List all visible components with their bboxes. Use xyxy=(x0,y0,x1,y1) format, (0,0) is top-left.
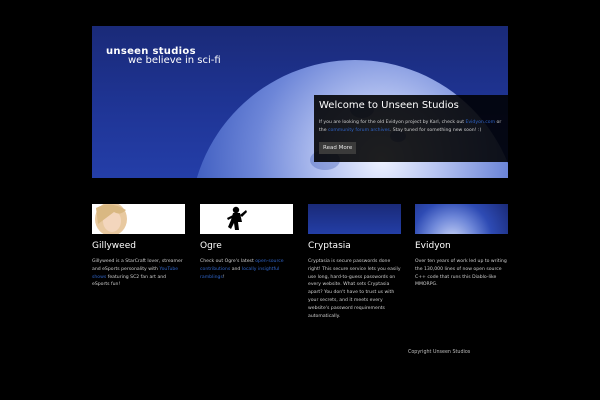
gillyweed-thumbnail[interactable] xyxy=(92,204,185,234)
welcome-text-part: . Stay tuned for something new soon! :) xyxy=(389,127,482,133)
project-cards: Gillyweed Gillyweed is a StarCraft lover… xyxy=(92,204,508,324)
card-text-part: and xyxy=(230,266,242,272)
brand-tagline: we believe in sci-fi xyxy=(128,55,221,66)
card-evidyon: Evidyon Over ten years of work led up to… xyxy=(415,204,508,289)
evidyon-link[interactable]: Evidyon.com xyxy=(466,120,496,125)
card-gillyweed: Gillyweed Gillyweed is a StarCraft lover… xyxy=(92,204,185,289)
card-text: Over ten years of work led up to writing… xyxy=(415,259,507,288)
card-text: Check out Ogre's latest open-source cont… xyxy=(200,258,293,281)
welcome-panel: Welcome to Unseen Studios If you are loo… xyxy=(314,95,508,162)
evidyon-thumbnail[interactable] xyxy=(415,204,508,234)
card-text-part: ! xyxy=(222,274,225,280)
card-title: Ogre xyxy=(200,241,222,251)
card-cryptasia: Cryptasia Cryptasia is secure passwords … xyxy=(308,204,401,320)
forum-archives-link[interactable]: community forum archives xyxy=(328,128,390,133)
ogre-thumbnail[interactable] xyxy=(200,204,293,234)
read-more-button[interactable]: Read More xyxy=(319,142,357,154)
brand-logo[interactable]: unseen studios we believe in sci-fi xyxy=(106,46,221,66)
card-title: Evidyon xyxy=(415,241,451,251)
card-text: Gillyweed is a StarCraft lover, streamer… xyxy=(92,258,185,289)
welcome-text: If you are looking for the old Evidyon p… xyxy=(319,119,503,134)
card-text: Cryptasia is secure passwords done right… xyxy=(308,259,401,319)
cryptasia-thumbnail[interactable] xyxy=(308,204,401,234)
card-ogre: Ogre Check out Ogre's latest open-source… xyxy=(200,204,293,281)
card-title: Cryptasia xyxy=(308,241,351,251)
footer-copyright: Copyright Unseen Studios xyxy=(408,350,471,355)
hero-banner: unseen studios we believe in sci-fi Welc… xyxy=(92,26,508,178)
card-text-part: Check out Ogre's latest xyxy=(200,259,256,264)
welcome-text-part: If you are looking for the old Evidyon p… xyxy=(319,120,466,125)
welcome-title: Welcome to Unseen Studios xyxy=(319,100,459,111)
card-title: Gillyweed xyxy=(92,241,136,251)
